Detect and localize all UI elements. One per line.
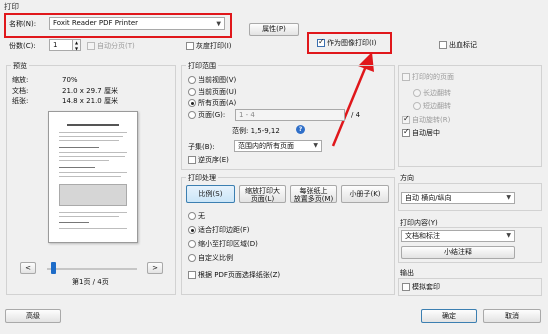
print-range-heading: 打印范围 xyxy=(186,61,218,71)
document-label: 文档: xyxy=(12,87,29,95)
subset-label: 子集(B): xyxy=(188,143,215,151)
tab-multiple-pages[interactable]: 每张纸上 放置多页(M) xyxy=(290,185,337,203)
scale-none-label: 无 xyxy=(198,212,205,220)
cancel-button[interactable]: 取消 xyxy=(483,309,541,323)
summarize-comments-button[interactable]: 小结注释 xyxy=(401,246,515,259)
bleed-marks-checkbox[interactable] xyxy=(439,41,447,49)
output-heading: 输出 xyxy=(400,269,414,277)
long-edge-label: 长边翻转 xyxy=(423,89,451,97)
all-pages-label: 所有页面(A) xyxy=(198,99,237,107)
custom-scale-label: 自定义比例 xyxy=(198,254,233,262)
shrink-label: 缩小至打印区域(D) xyxy=(198,240,258,248)
ok-button[interactable]: 确定 xyxy=(421,309,477,323)
short-edge-radio[interactable] xyxy=(413,102,421,110)
simulate-overprint-label: 模拟套印 xyxy=(412,283,440,291)
window-title: 打印 xyxy=(4,2,19,11)
zoom-label: 缩放: xyxy=(12,76,29,84)
printer-select[interactable]: Foxit Reader PDF Printer ▼ xyxy=(49,17,225,30)
odd-even-checkbox[interactable] xyxy=(402,73,410,81)
simulate-overprint-checkbox[interactable] xyxy=(402,283,410,291)
print-as-image-checkbox[interactable] xyxy=(317,37,325,47)
print-content-select[interactable]: 文档和标注 ▼ xyxy=(401,230,515,242)
odd-even-label: 打印的的页面 xyxy=(412,73,454,81)
page-preview-thumbnail xyxy=(48,111,138,243)
pages-input[interactable]: 1 - 4 xyxy=(235,109,345,121)
short-edge-label: 短边翻转 xyxy=(423,102,451,110)
properties-button[interactable]: 属性(P) xyxy=(249,23,299,36)
bleed-marks-label: 出血标记 xyxy=(449,41,477,49)
page-slider-thumb[interactable] xyxy=(51,262,56,274)
zoom-value: 70% xyxy=(62,76,78,84)
copies-label: 份数(C): xyxy=(9,42,36,50)
subset-select[interactable]: 范围内的所有页面 ▼ xyxy=(234,140,322,152)
shrink-radio[interactable] xyxy=(188,240,196,248)
fit-margins-radio[interactable] xyxy=(188,226,196,234)
auto-rotate-checkbox[interactable] xyxy=(402,114,410,124)
auto-center-checkbox[interactable] xyxy=(402,127,410,137)
pages-example: 范例: 1,5-9,12 xyxy=(232,127,280,135)
auto-rotate-label: 自动旋转(R) xyxy=(412,116,451,124)
pages-total: / 4 xyxy=(351,111,361,119)
copies-input[interactable]: 1 xyxy=(49,39,73,51)
choose-paper-label: 根据 PDF页面选择纸张(Z) xyxy=(198,271,281,279)
preview-heading: 预览 xyxy=(11,61,29,71)
collate-checkbox[interactable] xyxy=(87,42,95,50)
current-view-radio[interactable] xyxy=(188,76,196,84)
stepper-down-icon[interactable]: ▼ xyxy=(73,46,80,52)
printer-name-label: 名称(N): xyxy=(9,20,37,28)
subset-select-value: 范围内的所有页面 xyxy=(238,142,294,150)
print-content-select-value: 文档和标注 xyxy=(405,232,440,240)
help-icon[interactable]: ? xyxy=(296,125,305,134)
chevron-down-icon: ▼ xyxy=(506,232,511,239)
paper-label: 纸张: xyxy=(12,97,29,105)
long-edge-radio[interactable] xyxy=(413,89,421,97)
collate-label: 自动分页(T) xyxy=(97,42,135,50)
fit-margins-label: 适合打印边距(F) xyxy=(198,226,250,234)
custom-scale-radio[interactable] xyxy=(188,254,196,262)
reverse-pages-label: 逆页序(E) xyxy=(198,156,229,164)
tab-scale[interactable]: 比例(S) xyxy=(186,185,235,203)
auto-center-label: 自动居中 xyxy=(412,129,440,137)
advanced-button[interactable]: 高级 xyxy=(5,309,61,323)
print-as-image-label: 作为图像打印(I) xyxy=(327,39,377,47)
pages-radio[interactable] xyxy=(188,111,196,119)
document-size: 21.0 x 29.7 厘米 xyxy=(62,87,118,95)
previous-page-button[interactable]: < xyxy=(20,262,36,274)
current-view-label: 当前视图(V) xyxy=(198,76,237,84)
print-handling-heading: 打印处理 xyxy=(186,173,218,183)
tab-booklet[interactable]: 小册子(K) xyxy=(341,185,389,203)
pages-label: 页面(G): xyxy=(198,111,226,119)
choose-paper-checkbox[interactable] xyxy=(188,271,196,279)
next-page-button[interactable]: > xyxy=(147,262,163,274)
grayscale-label: 灰度打印(I) xyxy=(196,42,232,50)
grayscale-checkbox[interactable] xyxy=(186,42,194,50)
current-page-radio[interactable] xyxy=(188,88,196,96)
orientation-select[interactable]: 自动 横向/纵向 ▼ xyxy=(401,192,515,204)
orientation-select-value: 自动 横向/纵向 xyxy=(405,194,452,202)
reverse-pages-checkbox[interactable] xyxy=(188,156,196,164)
copies-stepper[interactable]: ▲ ▼ xyxy=(73,39,81,51)
chevron-down-icon: ▼ xyxy=(313,142,318,149)
paper-size: 14.8 x 21.0 厘米 xyxy=(62,97,118,105)
tab-poster[interactable]: 缩放打印大 页面(L) xyxy=(239,185,286,203)
printer-select-value: Foxit Reader PDF Printer xyxy=(53,19,139,27)
scale-none-radio[interactable] xyxy=(188,212,196,220)
orientation-heading: 方向 xyxy=(400,174,414,182)
current-page-label: 当前页面(U) xyxy=(198,88,237,96)
page-indicator: 第1页 / 4页 xyxy=(72,278,109,286)
all-pages-radio[interactable] xyxy=(188,99,196,107)
page-slider-track[interactable] xyxy=(47,268,137,270)
chevron-down-icon: ▼ xyxy=(506,194,511,201)
chevron-down-icon: ▼ xyxy=(216,20,221,27)
